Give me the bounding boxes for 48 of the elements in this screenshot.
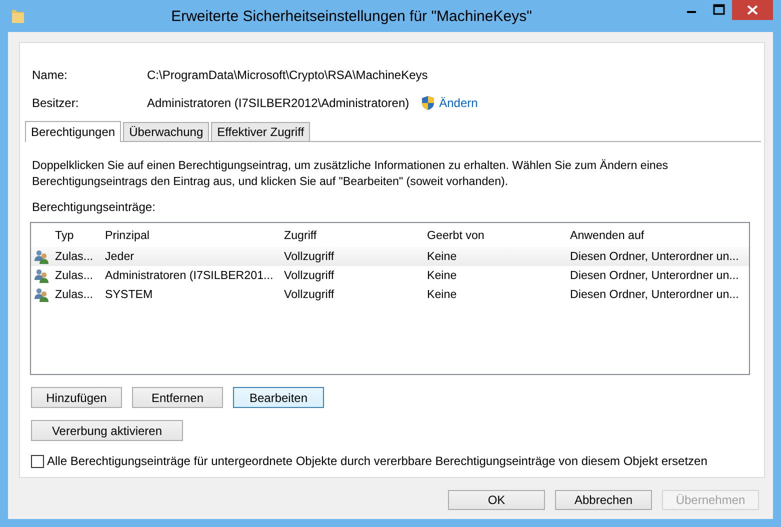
table-row[interactable]: Zulas... Administratoren (I7SILBER201... Vollzugriff Keine Diesen Ordner, Unterordner un... — [31, 266, 749, 285]
table-cell-text: Vollzugriff — [284, 288, 336, 301]
column-header[interactable]: Zugriff — [284, 229, 427, 242]
tab[interactable]: Berechtigungen — [25, 121, 122, 142]
entry-button[interactable]: Bearbeiten — [233, 387, 324, 408]
section-label: Berechtigungseinträge: — [32, 200, 156, 214]
table-cell-text: Keine — [427, 250, 458, 263]
users-icon — [34, 286, 50, 302]
dialog-button[interactable]: Abbrechen — [555, 490, 652, 510]
tab[interactable]: Effektiver Zugriff — [211, 122, 310, 141]
description-text: Doppelklicken Sie auf einen Berechtigungseintrag, um zusätzliche Informationen zu erhalten. Wählen Sie zum Ändern eines Berechtigungseintrags den Eintrag aus, und klicken Sie auf "Bearbeiten" (soweit vorhanden). — [32, 158, 670, 190]
users-icon — [34, 248, 50, 264]
table-cell-text: Vollzugriff — [284, 269, 336, 282]
entry-button[interactable]: Hinzufügen — [31, 387, 122, 408]
table-cell-text: Diesen Ordner, Unterordner un... — [570, 250, 740, 263]
shield-icon — [421, 95, 436, 111]
table-cell-text: Keine — [427, 269, 458, 282]
field-label: Besitzer: — [32, 96, 80, 110]
change-link[interactable]: Ändern — [439, 96, 478, 110]
table-cell-text: Jeder — [105, 250, 136, 263]
field-value: C:\ProgramData\Microsoft\Crypto\RSA\MachineKeys — [147, 68, 428, 82]
checkbox-label[interactable]: Alle Berechtigungseinträge für untergeordnete Objekte durch vererbbare Berechtigungseinträge von diesem Objekt ersetzen — [47, 454, 708, 468]
window-title: Erweiterte Sicherheitseinstellungen für "MachineKeys" — [170, 8, 533, 24]
table-cell-text: Zulas... — [55, 288, 94, 301]
table-cell-text: Keine — [427, 288, 458, 301]
table-row[interactable]: Zulas... SYSTEM Vollzugriff Keine Diesen Ordner, Unterordner un... — [31, 285, 749, 304]
checkbox[interactable] — [31, 454, 44, 468]
users-icon — [34, 268, 50, 284]
close-icon[interactable] — [732, 0, 773, 20]
folder-icon — [11, 8, 25, 24]
table-row[interactable]: Zulas... Jeder Vollzugriff Keine Diesen Ordner, Unterordner un... — [31, 247, 749, 266]
column-header[interactable]: Geerbt von — [427, 229, 570, 242]
inheritance-button[interactable]: Vererbung aktivieren — [31, 420, 183, 441]
table-cell-text: Diesen Ordner, Unterordner un... — [570, 288, 740, 301]
column-header[interactable]: Anwenden auf — [570, 229, 745, 242]
dialog-button[interactable]: OK — [448, 490, 545, 510]
table-cell-text: SYSTEM — [105, 288, 154, 301]
table-cell-text: Vollzugriff — [284, 250, 336, 263]
field-label: Name: — [32, 68, 68, 82]
table-cell-text: Zulas... — [55, 250, 94, 263]
tab[interactable]: Überwachung — [123, 122, 210, 141]
table-cell-text: Zulas... — [55, 269, 94, 282]
column-header[interactable]: Prinzipal — [105, 229, 284, 242]
table-cell-text: Diesen Ordner, Unterordner un... — [570, 269, 740, 282]
entry-button[interactable]: Entfernen — [132, 387, 223, 408]
column-header[interactable]: Typ — [55, 229, 105, 242]
field-value: Administratoren (I7SILBER2012\Administratoren) — [147, 96, 410, 110]
table-cell-text: Administratoren (I7SILBER201... — [105, 269, 274, 282]
